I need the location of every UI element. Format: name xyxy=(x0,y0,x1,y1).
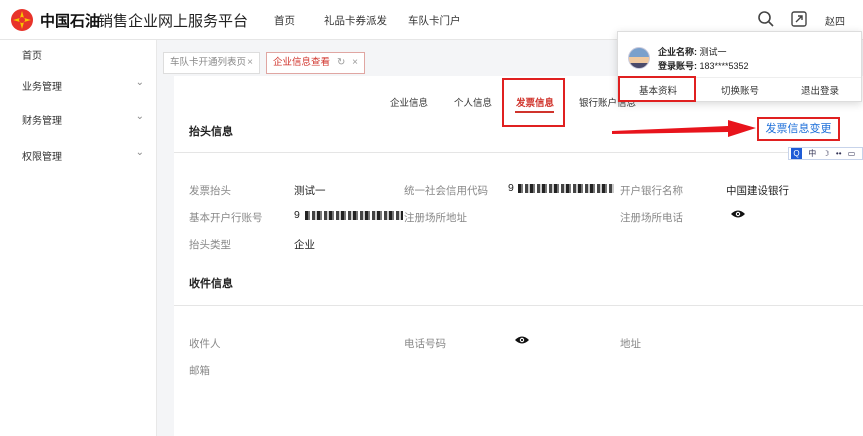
subtab-personal-info[interactable]: 个人信息 xyxy=(454,95,492,109)
sidebar-item-permissions[interactable]: 权限管理 ⌄ xyxy=(22,147,144,163)
credit-code-label: 统一社会信用代码 xyxy=(404,185,488,197)
sidebar-item-home[interactable]: 首页 xyxy=(22,47,144,62)
nav-home[interactable]: 首页 xyxy=(274,13,295,28)
divider xyxy=(174,305,863,306)
sidebar-item-business[interactable]: 业务管理 ⌄ xyxy=(22,77,144,93)
avatar xyxy=(628,47,650,69)
sidebar-item-label: 首页 xyxy=(22,51,42,62)
login-account-label: 登录账号: xyxy=(658,61,697,71)
credit-code-prefix: 9 xyxy=(508,182,514,194)
reg-phone-label: 注册场所电话 xyxy=(620,212,683,224)
invoice-change-link[interactable]: 发票信息变更 xyxy=(757,117,840,141)
tab-label: 企业信息查看 xyxy=(273,57,331,68)
search-icon[interactable] xyxy=(757,10,775,28)
recipient-label: 收件人 xyxy=(189,338,221,350)
email-label: 邮箱 xyxy=(189,365,210,377)
header-info-title: 抬头信息 xyxy=(189,126,233,138)
invoice-header-label: 发票抬头 xyxy=(189,185,231,197)
company-name-value: 测试一 xyxy=(699,47,727,57)
tab-fleet-card-list[interactable]: 车队卡开通列表页 × xyxy=(163,52,260,74)
bank-name-value: 中国建设银行 xyxy=(726,185,789,197)
subtab-company-info[interactable]: 企业信息 xyxy=(390,95,428,109)
masked-credit-code xyxy=(518,184,614,193)
divider xyxy=(174,152,863,153)
header-type-value: 企业 xyxy=(294,239,315,251)
platform-title: 销售企业网上服务平台 xyxy=(98,13,249,30)
petrochina-logo-icon xyxy=(11,9,33,31)
invoice-header-value: 测试一 xyxy=(294,185,326,197)
sidebar-item-label: 权限管理 xyxy=(22,152,62,163)
ime-toolbar[interactable]: Q 中 ☽ •• ▭ xyxy=(788,147,863,160)
reg-address-label: 注册场所地址 xyxy=(404,212,467,224)
nav-fleet-card[interactable]: 车队卡门户 xyxy=(408,13,461,28)
sidebar-item-finance[interactable]: 财务管理 ⌄ xyxy=(22,111,144,127)
masked-account-number xyxy=(305,211,403,220)
receive-info-title: 收件信息 xyxy=(189,278,233,290)
tab-company-info[interactable]: 企业信息查看 ↻ × xyxy=(266,52,365,74)
chevron-down-icon: ⌄ xyxy=(135,111,144,122)
fullscreen-icon[interactable] xyxy=(790,10,808,28)
bank-name-label: 开户银行名称 xyxy=(620,185,683,197)
sidebar: 首页 业务管理 ⌄ 财务管理 ⌄ 权限管理 ⌄ xyxy=(0,40,157,436)
switch-account-button[interactable]: 切换账号 xyxy=(700,83,780,97)
login-account-value: 183****5352 xyxy=(699,61,749,71)
company-name-label: 企业名称: xyxy=(658,47,697,57)
username[interactable]: 赵四 xyxy=(825,13,845,28)
eye-icon[interactable] xyxy=(730,209,746,219)
moon-icon: ☽ xyxy=(822,149,830,158)
login-account-row: 登录账号: 183****5352 xyxy=(658,59,749,72)
chevron-down-icon: ⌄ xyxy=(135,147,144,158)
highlight-invoice-tab xyxy=(502,78,565,127)
phone-label: 电话号码 xyxy=(404,338,446,350)
company-name-row: 企业名称: 测试一 xyxy=(658,45,727,58)
arrow-right-icon xyxy=(612,120,756,137)
account-number-label: 基本开户行账号 xyxy=(189,212,263,224)
user-dropdown: 企业名称: 测试一 登录账号: 183****5352 基本资料 切换账号 退出… xyxy=(617,31,862,102)
tab-label: 车队卡开通列表页 xyxy=(170,57,247,68)
nav-gift-cards[interactable]: 礼品卡券派发 xyxy=(324,13,387,28)
logout-button[interactable]: 退出登录 xyxy=(780,83,860,97)
brand-name: 中国石油 xyxy=(40,13,101,30)
sidebar-item-label: 财务管理 xyxy=(22,116,62,127)
eye-icon[interactable] xyxy=(514,335,530,345)
chevron-down-icon: ⌄ xyxy=(135,77,144,88)
account-number-prefix: 9 xyxy=(294,209,300,221)
ime-mode: 中 xyxy=(808,149,817,158)
highlight-basic-profile xyxy=(618,76,696,102)
ime-punct: • xyxy=(838,149,842,158)
ime-logo-icon: Q xyxy=(791,148,802,159)
address-label: 地址 xyxy=(620,338,641,350)
sidebar-item-label: 业务管理 xyxy=(22,82,62,93)
keyboard-icon: ▭ xyxy=(847,149,856,158)
header-type-label: 抬头类型 xyxy=(189,239,231,251)
refresh-icon[interactable]: ↻ xyxy=(337,53,345,73)
close-icon[interactable]: × xyxy=(247,53,253,73)
close-icon[interactable]: × xyxy=(352,53,358,73)
